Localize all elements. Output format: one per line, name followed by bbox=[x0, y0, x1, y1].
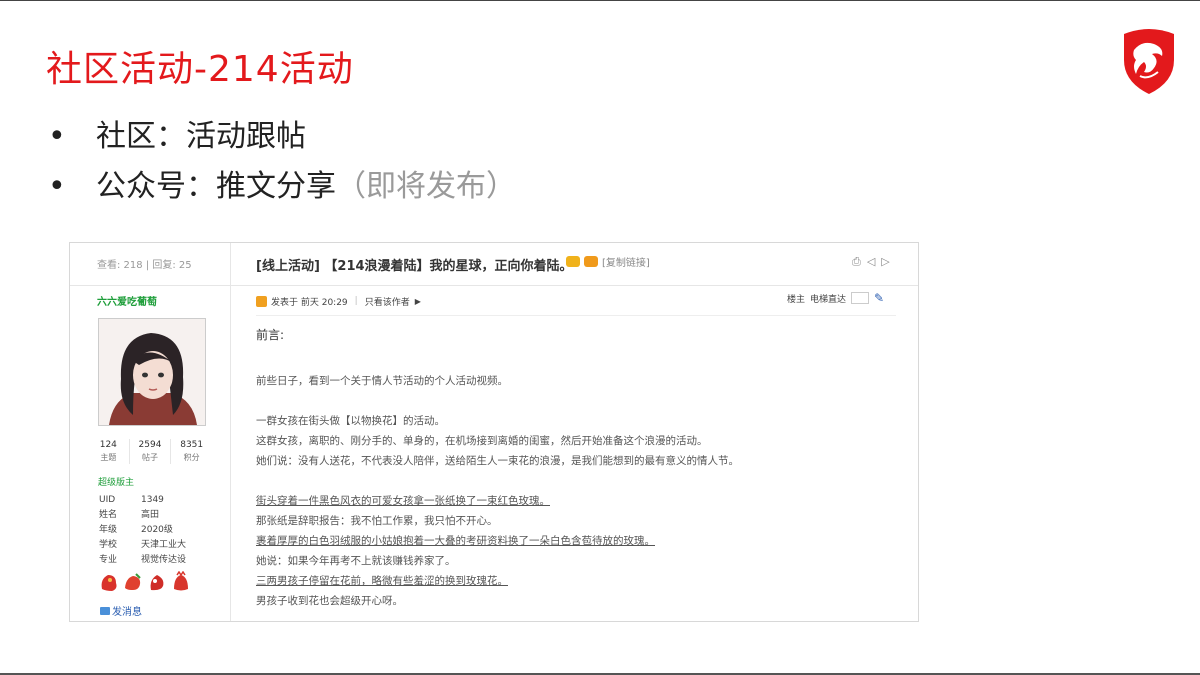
bullet-item: • 社区：活动跟帖 bbox=[48, 116, 516, 166]
profile-row: 学校 天津工业大 bbox=[99, 540, 187, 550]
view-reply-stats: 查看: 218 | 回复: 25 bbox=[97, 260, 192, 271]
stat-posts[interactable]: 2594 帖子 bbox=[130, 439, 172, 464]
next-thread-icon[interactable]: ▷ bbox=[881, 255, 889, 269]
new-badge-icon bbox=[584, 256, 598, 267]
column-divider bbox=[230, 243, 231, 621]
slide-title: 社区活动-214活动 bbox=[46, 49, 354, 90]
avatar[interactable] bbox=[98, 318, 206, 426]
profile-row: 年级 2020级 bbox=[99, 525, 173, 535]
foreword-heading: 前言: bbox=[256, 328, 285, 342]
wrench-icon[interactable]: ✎ bbox=[874, 291, 884, 305]
forum-screenshot: 查看: 218 | 回复: 25 [线上活动] 【214浪漫着陆】我的星球，正向… bbox=[69, 242, 919, 622]
hot-badge-icon bbox=[566, 256, 580, 267]
stat-points[interactable]: 8351 积分 bbox=[171, 439, 212, 464]
dragon-medal-icon[interactable] bbox=[146, 571, 168, 593]
author-name[interactable]: 六六爱吃葡萄 bbox=[97, 293, 157, 308]
copy-link[interactable]: [复制链接] bbox=[602, 254, 650, 269]
mail-icon bbox=[100, 606, 110, 615]
story-line: 男孩子收到花也会超级开心呀。 bbox=[256, 595, 403, 607]
bullet-text: 社区：活动跟帖 bbox=[96, 119, 306, 154]
thread-title[interactable]: [线上活动] 【214浪漫着陆】我的星球，正向你着陆。 bbox=[256, 255, 573, 274]
profile-row: UID 1349 bbox=[99, 495, 164, 505]
post-time: 发表于 前天 20:29 bbox=[271, 297, 348, 308]
user-stats: 124 主题 2594 帖子 8351 积分 bbox=[88, 439, 212, 464]
medal-list bbox=[98, 571, 192, 593]
stat-topics[interactable]: 124 主题 bbox=[88, 439, 130, 464]
bullet-note: （即将发布） bbox=[336, 169, 516, 204]
story-line: 那张纸是辞职报告：我不怕工作累，我只怕不开心。 bbox=[256, 515, 498, 527]
bullet-list: • 社区：活动跟帖 • 公众号：推文分享 （即将发布） bbox=[48, 116, 516, 216]
dragon-medal-icon[interactable] bbox=[98, 571, 120, 593]
jump-label: 电梯直达 bbox=[810, 294, 847, 305]
floor-label: 楼主 bbox=[787, 294, 806, 305]
msi-dragon-shield-icon bbox=[1124, 29, 1174, 94]
paragraph-line: 她们说：没有人送花，不代表没人陪伴，送给陌生人一束花的浪漫，是我们能想到的最有意… bbox=[256, 455, 739, 467]
floor-controls: 楼主 电梯直达 ✎ bbox=[787, 291, 884, 305]
online-user-icon bbox=[256, 295, 267, 307]
caret-right-icon: ▶ bbox=[414, 296, 421, 306]
story-line: 裹着厚厚的白色羽绒服的小姑娘抱着一大叠的考研资料换了一朵白色含苞待放的玫瑰。 bbox=[256, 535, 655, 547]
paragraph-line: 这群女孩，离职的、刚分手的、单身的，在机场接到离婚的闺蜜，然后开始准备这个浪漫的… bbox=[256, 435, 708, 447]
story-line: 街头穿着一件黑色风衣的可爱女孩拿一张纸换了一束红色玫瑰。 bbox=[256, 495, 550, 507]
only-author-link[interactable]: 只看该作者 bbox=[365, 295, 410, 308]
profile-row: 姓名 高田 bbox=[99, 510, 160, 520]
paragraph-line: 前些日子，看到一个关于情人节活动的个人活动视频。 bbox=[256, 375, 508, 387]
post-divider bbox=[256, 315, 896, 316]
floor-jump-input[interactable] bbox=[851, 292, 870, 304]
dragon-medal-icon[interactable] bbox=[170, 571, 192, 593]
prev-thread-icon[interactable]: ◁ bbox=[867, 255, 875, 269]
avatar-illustration bbox=[99, 319, 205, 425]
bullet-item: • 公众号：推文分享 （即将发布） bbox=[48, 166, 516, 216]
dragon-medal-icon[interactable] bbox=[122, 571, 144, 593]
send-message-link[interactable]: 发消息 bbox=[100, 603, 142, 618]
print-icon[interactable]: ⎙ bbox=[852, 255, 861, 269]
story-line: 她说：如果今年再考不上就该赚钱养家了。 bbox=[256, 555, 456, 567]
top-border bbox=[0, 0, 1200, 1]
bullet-text: 公众号：推文分享 bbox=[96, 169, 336, 204]
thread-header: 查看: 218 | 回复: 25 [线上活动] 【214浪漫着陆】我的星球，正向… bbox=[70, 243, 918, 286]
profile-row: 专业 视觉传达设 bbox=[99, 555, 187, 565]
paragraph-line: 一群女孩在街头做【以物换花】的活动。 bbox=[256, 415, 445, 427]
profile-info: UID 1349 姓名 高田 年级 2020级 学校 天津工业大 专业 视觉传达设 bbox=[99, 493, 186, 568]
post-content: 前言: 前些日子，看到一个关于情人节活动的个人活动视频。 一群女孩在街头做【以物… bbox=[256, 325, 896, 611]
user-rank[interactable]: 超级版主 bbox=[98, 475, 134, 488]
story-line: 三两男孩子停留在花前，略微有些羞涩的换到玫瑰花。 bbox=[256, 575, 508, 587]
